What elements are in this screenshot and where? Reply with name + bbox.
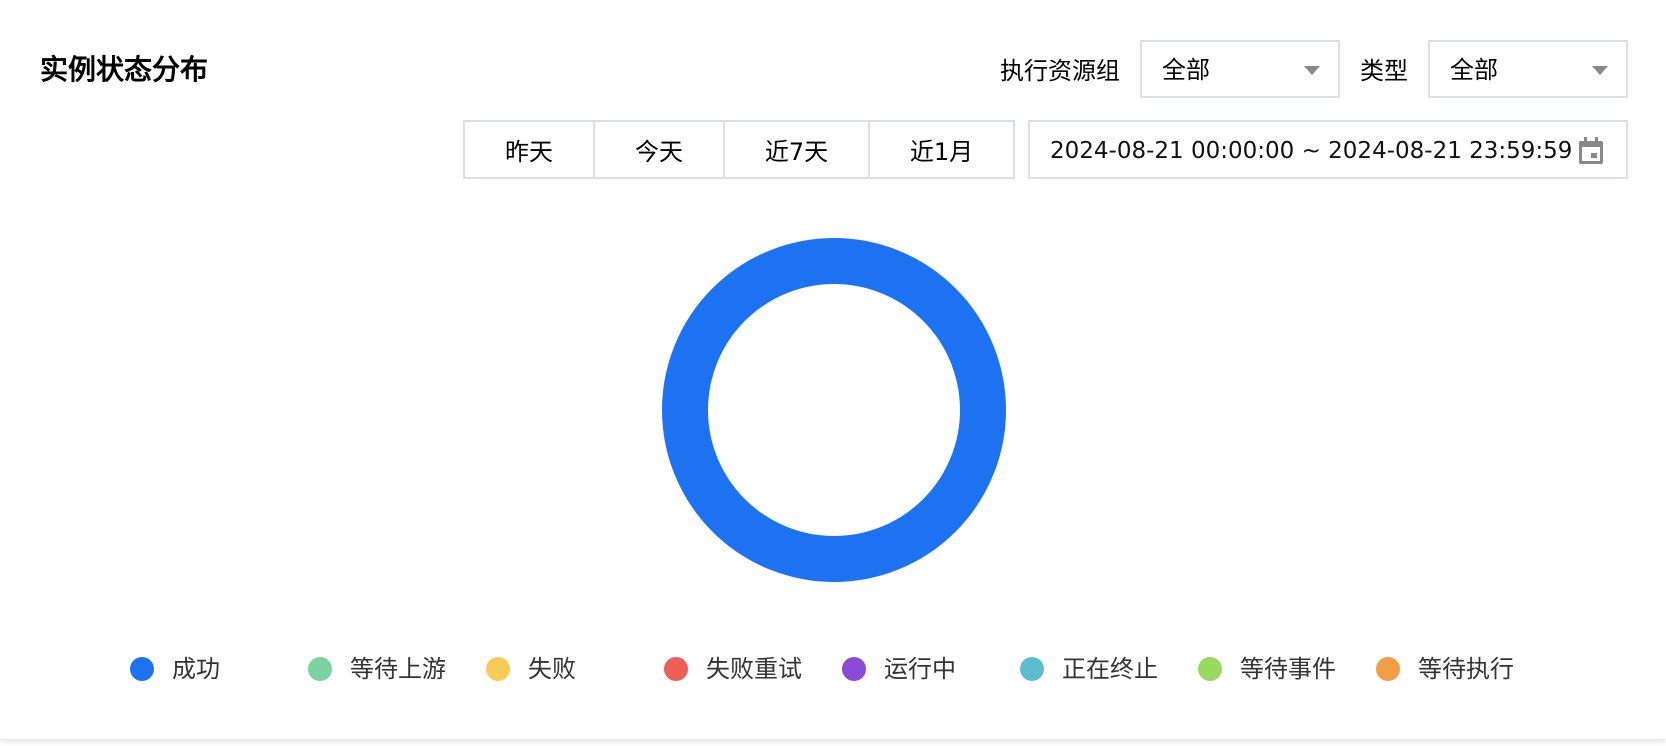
- legend-item-6[interactable]: 等待事件: [1198, 652, 1336, 686]
- legend-dot: [1198, 657, 1222, 681]
- legend-item-7[interactable]: 等待执行: [1376, 652, 1514, 686]
- legend-label: 失败重试: [706, 655, 802, 683]
- legend-dot: [664, 657, 688, 681]
- legend-item-1[interactable]: 等待上游: [308, 652, 446, 686]
- legend-item-0[interactable]: 成功: [130, 652, 220, 686]
- legend-dot: [842, 657, 866, 681]
- legend-item-3[interactable]: 失败重试: [664, 652, 802, 686]
- legend-dot: [486, 657, 510, 681]
- legend-item-5[interactable]: 正在终止: [1020, 652, 1158, 686]
- legend-label: 失败: [528, 655, 576, 683]
- legend-dot: [130, 657, 154, 681]
- legend-label: 等待执行: [1418, 655, 1514, 683]
- legend-label: 等待上游: [350, 655, 446, 683]
- legend-label: 成功: [172, 655, 220, 683]
- legend-label: 等待事件: [1240, 655, 1336, 683]
- legend-label: 正在终止: [1062, 655, 1158, 683]
- legend-item-2[interactable]: 失败: [486, 652, 576, 686]
- legend-dot: [308, 657, 332, 681]
- status-donut-chart: [662, 238, 1006, 582]
- legend-item-4[interactable]: 运行中: [842, 652, 956, 686]
- legend-dot: [1020, 657, 1044, 681]
- instance-status-card: 实例状态分布 执行资源组 全部 类型 全部 昨天 今天 近7天 近1月 2024…: [0, 0, 1666, 740]
- legend-label: 运行中: [884, 655, 956, 683]
- legend-dot: [1376, 657, 1400, 681]
- donut-slice-0[interactable]: [662, 238, 1006, 582]
